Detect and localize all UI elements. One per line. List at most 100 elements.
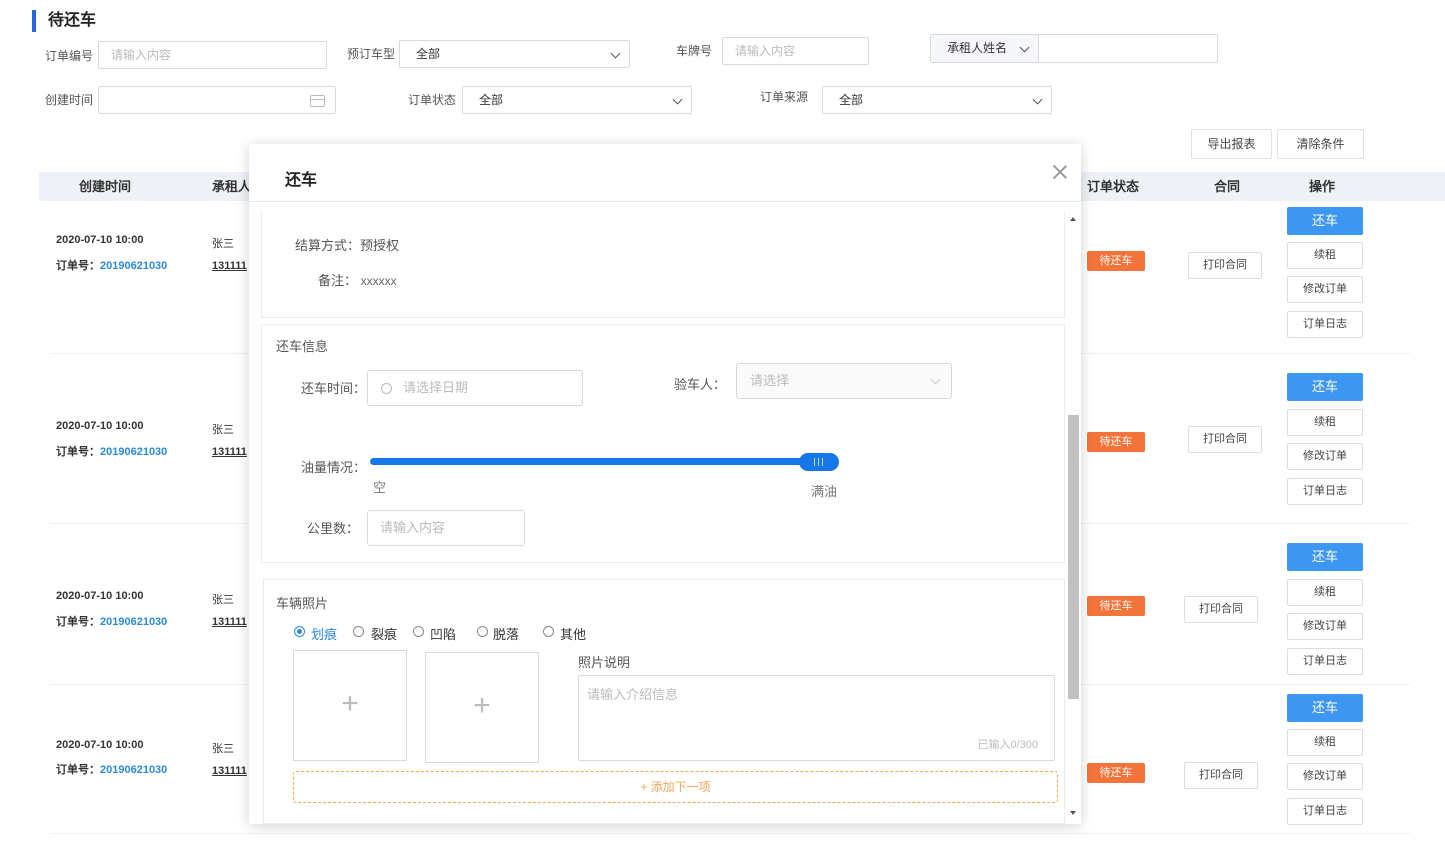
radio-scratch[interactable]: [294, 626, 305, 637]
settlement-value: 预授权: [360, 238, 400, 253]
order-no-input[interactable]: 请输入内容: [98, 41, 327, 69]
order-number-link[interactable]: 20190621030: [100, 764, 167, 776]
print-contract-button[interactable]: 打印合同: [1184, 762, 1258, 789]
radio-label-dent[interactable]: 凹陷: [430, 624, 456, 643]
inspector-placeholder: 请选择: [750, 373, 790, 388]
row-phone[interactable]: 131111: [212, 765, 247, 777]
renew-button[interactable]: 续租: [1287, 242, 1363, 269]
chevron-down-icon: [672, 94, 683, 105]
add-next-button[interactable]: + 添加下一项: [293, 771, 1058, 803]
order-log-button[interactable]: 订单日志: [1287, 648, 1363, 675]
print-contract-button[interactable]: 打印合同: [1188, 426, 1262, 453]
return-car-button[interactable]: 还车: [1287, 207, 1363, 235]
row-order: 订单号：20190621030: [56, 443, 167, 459]
fuel-max-label: 满油: [811, 484, 838, 499]
print-contract-button[interactable]: 打印合同: [1188, 252, 1262, 279]
photo-desc-label: 照片说明: [578, 655, 631, 670]
return-time-input[interactable]: 请选择日期: [367, 370, 583, 406]
row-order: 订单号：20190621030: [56, 613, 167, 629]
fuel-slider-track[interactable]: [370, 458, 836, 465]
inspector-label: 验车人：: [674, 377, 727, 392]
car-type-select[interactable]: 全部: [399, 40, 630, 68]
char-counter: 已输入0/300: [977, 739, 1038, 751]
radio-other[interactable]: [543, 626, 554, 637]
order-number-link[interactable]: 20190621030: [100, 260, 167, 272]
order-prefix: 订单号：: [56, 764, 100, 776]
th-action: 操作: [1309, 179, 1336, 194]
row-time: 2020-07-10 10:00: [56, 739, 144, 751]
radio-crack[interactable]: [353, 626, 364, 637]
order-prefix: 订单号：: [56, 260, 100, 272]
scroll-down-arrow-icon[interactable]: [1070, 811, 1076, 815]
radio-label-other[interactable]: 其他: [560, 624, 586, 643]
row-phone[interactable]: 131111: [212, 616, 247, 628]
renew-button[interactable]: 续租: [1287, 579, 1363, 606]
print-contract-button[interactable]: 打印合同: [1184, 596, 1258, 623]
radio-dent[interactable]: [413, 626, 424, 637]
row-phone[interactable]: 131111: [212, 446, 247, 458]
row-order: 订单号：20190621030: [56, 761, 167, 777]
plus-icon: +: [341, 687, 359, 720]
order-number-link[interactable]: 20190621030: [100, 446, 167, 458]
renter-input[interactable]: [1038, 34, 1218, 63]
photo-upload-2[interactable]: +: [425, 652, 539, 763]
source-select[interactable]: 全部: [822, 86, 1052, 114]
status-select[interactable]: 全部: [462, 86, 692, 114]
row-name: 张三: [212, 743, 234, 755]
edit-order-button[interactable]: 修改订单: [1287, 763, 1363, 790]
settlement-row: 结算方式：预授权: [295, 235, 399, 254]
photo-desc-textarea[interactable]: 请输入介绍信息 已输入0/300: [578, 675, 1055, 761]
photo-upload-1[interactable]: +: [293, 650, 407, 761]
fuel-slider-handle[interactable]: [799, 453, 839, 471]
scrollbar-thumb[interactable]: [1068, 415, 1079, 699]
status-badge: 待还车: [1087, 432, 1145, 452]
close-icon[interactable]: [1052, 164, 1068, 180]
order-log-button[interactable]: 订单日志: [1287, 311, 1363, 338]
chevron-down-icon: [930, 374, 941, 385]
modal-title: 还车: [285, 172, 318, 189]
renew-button[interactable]: 续租: [1287, 409, 1363, 436]
return-car-button[interactable]: 还车: [1287, 543, 1363, 571]
edit-order-button[interactable]: 修改订单: [1287, 276, 1363, 303]
return-car-button[interactable]: 还车: [1287, 694, 1363, 722]
edit-order-button[interactable]: 修改订单: [1287, 443, 1363, 470]
remark-label: 备注：: [318, 273, 358, 288]
remark-row: 备注： xxxxxx: [318, 270, 397, 289]
photos-title: 车辆照片: [276, 596, 329, 611]
row-name: 张三: [212, 424, 234, 436]
radio-label-peel[interactable]: 脱落: [493, 624, 519, 643]
return-time-placeholder: 请选择日期: [403, 380, 469, 395]
order-no-placeholder: 请输入内容: [111, 48, 172, 62]
edit-order-button[interactable]: 修改订单: [1287, 613, 1363, 640]
mileage-label: 公里数：: [307, 521, 360, 536]
radio-label-crack[interactable]: 裂痕: [371, 624, 397, 643]
plate-input[interactable]: 请输入内容: [722, 37, 869, 65]
created-date-input[interactable]: [98, 86, 336, 114]
car-type-label: 预订车型: [347, 47, 396, 61]
order-log-button[interactable]: 订单日志: [1287, 798, 1363, 825]
order-number-link[interactable]: 20190621030: [100, 616, 167, 628]
row-phone[interactable]: 131111: [212, 260, 247, 272]
source-value: 全部: [839, 93, 864, 107]
modal-scrollbar[interactable]: [1067, 213, 1080, 821]
renew-button[interactable]: 续租: [1287, 729, 1363, 756]
clear-button[interactable]: 清除条件: [1277, 129, 1364, 159]
renter-field-select[interactable]: 承租人姓名: [930, 34, 1039, 63]
plate-label: 车牌号: [676, 44, 713, 58]
status-label: 订单状态: [408, 93, 457, 107]
radio-label-scratch[interactable]: 划痕: [311, 624, 337, 643]
radio-peel[interactable]: [477, 626, 488, 637]
chevron-down-icon: [1019, 42, 1030, 53]
row-order: 订单号：20190621030: [56, 257, 167, 273]
return-car-button[interactable]: 还车: [1287, 373, 1363, 401]
export-button[interactable]: 导出报表: [1191, 129, 1272, 159]
row-time: 2020-07-10 10:00: [56, 590, 144, 602]
scroll-up-arrow-icon[interactable]: [1070, 217, 1076, 221]
settlement-section: 结算方式：预授权 备注： xxxxxx: [261, 212, 1065, 318]
return-info-title: 还车信息: [276, 339, 329, 354]
order-prefix: 订单号：: [56, 446, 100, 458]
car-type-value: 全部: [416, 47, 441, 61]
order-log-button[interactable]: 订单日志: [1287, 478, 1363, 505]
inspector-select[interactable]: 请选择: [736, 363, 952, 399]
mileage-input[interactable]: 请输入内容: [367, 510, 525, 546]
